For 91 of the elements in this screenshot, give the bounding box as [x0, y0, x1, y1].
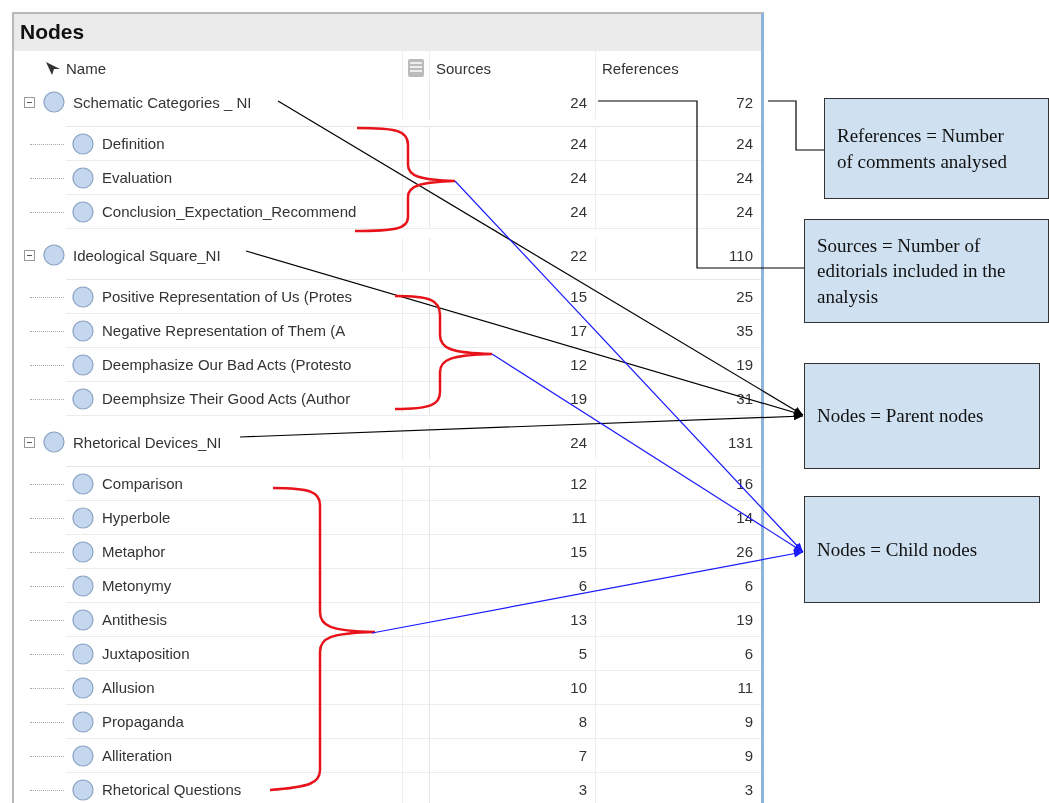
node-icon — [43, 431, 65, 453]
node-icon — [72, 574, 94, 597]
collapse-icon[interactable] — [24, 96, 35, 108]
node-icon — [72, 506, 94, 529]
node-icon — [72, 744, 94, 767]
references-count: 24 — [596, 127, 761, 160]
node-name[interactable]: Ideological Square_NI — [73, 246, 221, 264]
collapse-icon[interactable] — [24, 249, 35, 261]
sources-icon — [407, 58, 425, 78]
node-icon — [43, 91, 65, 113]
references-count: 24 — [596, 195, 761, 228]
node-name[interactable]: Definition — [102, 135, 165, 152]
node-icon — [72, 710, 94, 733]
references-count: 6 — [596, 637, 761, 670]
sources-count: 24 — [430, 85, 596, 119]
sources-count: 24 — [430, 195, 596, 228]
sources-count: 11 — [430, 501, 596, 534]
references-count: 19 — [596, 603, 761, 636]
node-icon — [72, 472, 94, 495]
sources-count: 15 — [430, 280, 596, 313]
sources-count: 24 — [430, 161, 596, 194]
sources-count: 7 — [430, 739, 596, 772]
node-icon — [72, 387, 94, 410]
references-count: 3 — [596, 773, 761, 803]
node-name[interactable]: Negative Representation of Them (A — [102, 322, 346, 339]
references-count: 110 — [596, 238, 761, 272]
node-icon — [72, 166, 94, 189]
references-count: 131 — [596, 425, 761, 459]
column-header[interactable]: Name — [66, 59, 106, 77]
node-name[interactable]: Evaluation — [102, 169, 173, 186]
sources-count: 3 — [430, 773, 596, 803]
node-icon — [72, 642, 94, 665]
references-count: 19 — [596, 348, 761, 381]
panel-title: Nodes — [14, 14, 761, 51]
references-count: 9 — [596, 705, 761, 738]
pin-icon — [44, 60, 62, 76]
node-icon — [72, 353, 94, 376]
node-name[interactable]: Metonymy — [102, 577, 172, 594]
node-name[interactable]: Juxtaposition — [102, 645, 190, 662]
sources-count: 13 — [430, 603, 596, 636]
annotation-box: Nodes = Child nodes — [804, 496, 1040, 603]
node-icon — [72, 319, 94, 342]
node-icon — [72, 132, 94, 155]
node-name[interactable]: Deemphasize Our Bad Acts (Protesto — [102, 356, 352, 373]
annotation-box: Nodes = Parent nodes — [804, 363, 1040, 469]
node-name[interactable]: Schematic Categories _ NI — [73, 93, 252, 111]
node-name[interactable]: Alliteration — [102, 747, 173, 764]
node-icon — [72, 778, 94, 801]
node-name[interactable]: Metaphor — [102, 543, 166, 560]
references-count: 24 — [596, 161, 761, 194]
sources-count: 10 — [430, 671, 596, 704]
node-name[interactable]: Conclusion_Expectation_Recommend — [102, 203, 357, 220]
node-icon — [72, 676, 94, 699]
annotation-box: Sources = Number of editorials included in the analysis — [804, 219, 1049, 323]
column-header[interactable]: Sources — [436, 59, 492, 77]
references-count: 9 — [596, 739, 761, 772]
node-name[interactable]: Antithesis — [102, 611, 168, 628]
node-name[interactable]: Rhetorical Devices_NI — [73, 433, 222, 451]
node-name[interactable]: Propaganda — [102, 713, 184, 730]
node-name[interactable]: Rhetorical Questions — [102, 781, 242, 798]
node-name[interactable]: Positive Representation of Us (Protes — [102, 288, 353, 305]
references-count: 35 — [596, 314, 761, 347]
annotation-box: References = Number of comments analysed — [824, 98, 1049, 199]
references-count: 72 — [596, 85, 761, 119]
references-count: 11 — [596, 671, 761, 704]
sources-count: 17 — [430, 314, 596, 347]
node-name[interactable]: Hyperbole — [102, 509, 171, 526]
node-icon — [72, 200, 94, 223]
node-name[interactable]: Deemphsize Their Good Acts (Author — [102, 390, 351, 407]
node-icon — [43, 244, 65, 266]
sources-count: 15 — [430, 535, 596, 568]
column-header[interactable]: References — [602, 59, 679, 77]
references-count: 6 — [596, 569, 761, 602]
sources-count: 24 — [430, 127, 596, 160]
sources-count: 22 — [430, 238, 596, 272]
sources-count: 12 — [430, 348, 596, 381]
collapse-icon[interactable] — [24, 436, 35, 448]
node-icon — [72, 608, 94, 631]
sources-count: 12 — [430, 467, 596, 500]
sources-count: 6 — [430, 569, 596, 602]
sources-count: 19 — [430, 382, 596, 415]
node-name[interactable]: Allusion — [102, 679, 155, 696]
sources-count: 5 — [430, 637, 596, 670]
node-icon — [72, 540, 94, 563]
references-count: 25 — [596, 280, 761, 313]
references-count: 26 — [596, 535, 761, 568]
sources-count: 8 — [430, 705, 596, 738]
node-name[interactable]: Comparison — [102, 475, 183, 492]
sources-count: 24 — [430, 425, 596, 459]
references-count: 16 — [596, 467, 761, 500]
node-icon — [72, 285, 94, 308]
